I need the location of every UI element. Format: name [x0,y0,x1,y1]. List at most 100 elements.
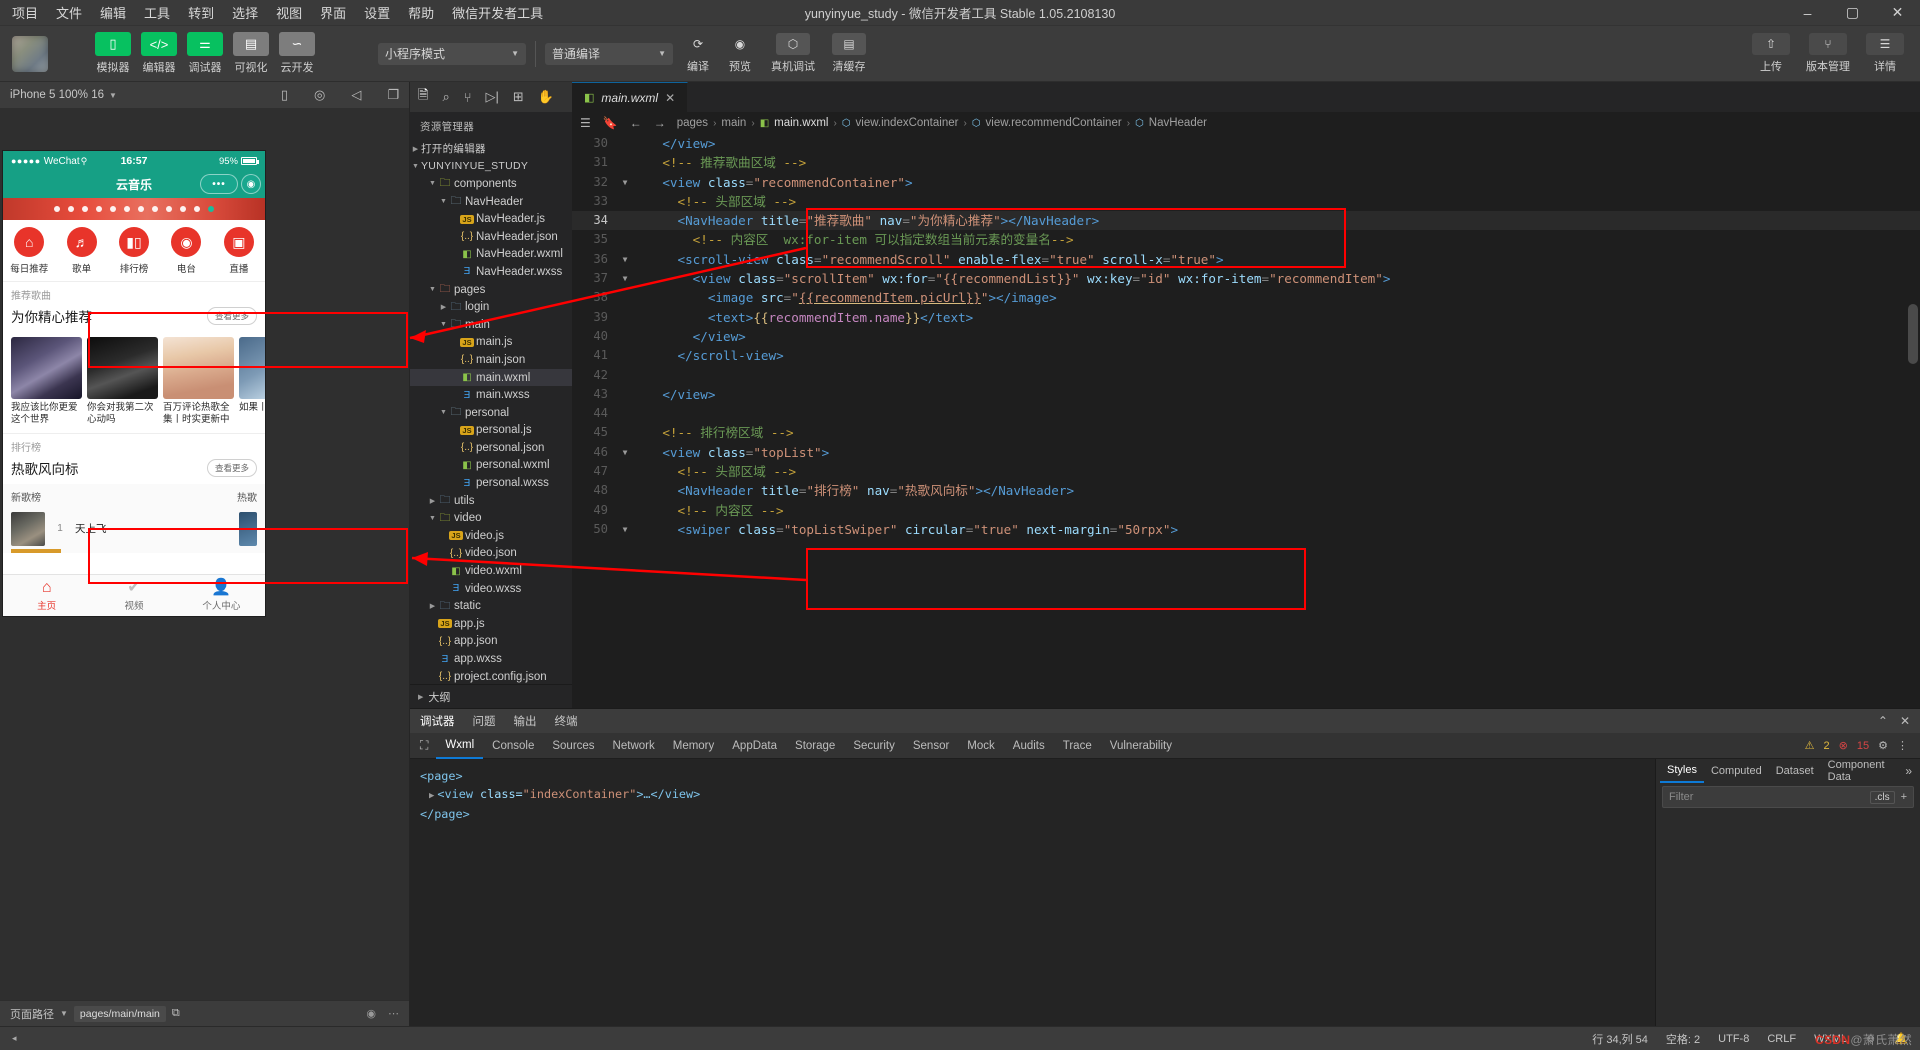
tree-item-video-wxss[interactable]: Ǝvideo.wxss [410,580,572,598]
breadcrumb-file[interactable]: main.wxml [774,117,828,129]
tree-item-main[interactable]: ▼ 🗀 main [410,316,572,334]
breadcrumb-symbol-navheader[interactable]: NavHeader [1149,117,1207,129]
menu-item-tools[interactable]: 工具 [142,1,172,24]
banner-swiper[interactable] [3,198,265,220]
devtools-tab-sources[interactable]: Sources [543,733,603,759]
category-live[interactable]: ▣ 直播 [213,227,265,275]
code-canvas[interactable]: 30 </view> 31 <!-- 推荐歌曲区域 --> 32 ▼ <view cl… [572,134,1920,708]
chevron-right-icon[interactable]: ▶ [427,602,438,610]
styles-tab-component-data[interactable]: Component Data [1821,759,1906,783]
cls-button[interactable]: .cls [1869,790,1895,804]
devtools-tab-memory[interactable]: Memory [664,733,724,759]
code-line[interactable]: 34 <NavHeader title="推荐歌曲" nav="为你精心推荐">… [572,211,1920,231]
chevron-right-icon[interactable]: ▶ [429,791,434,801]
devtools-tabbar[interactable]: ⛶ Wxml Console Sources Network Memory Ap… [410,733,1920,759]
real-device-debug-button[interactable]: ⬡ 真机调试 [769,33,817,74]
code-lines[interactable]: 30 </view> 31 <!-- 推荐歌曲区域 --> 32 ▼ <view cl… [572,134,1920,539]
code-line[interactable]: 38 <image src="{{recommendItem.picUrl}}"… [572,288,1920,307]
code-line[interactable]: 30 </view> [572,134,1920,153]
code-line[interactable]: 39 <text>{{recommendItem.name}}</text> [572,308,1920,327]
file-tree[interactable]: ▶ 打开的编辑器 ▼ YUNYINYUE_STUDY ▼ 🗀 components ▼… [410,140,572,684]
debugger-tab-terminal[interactable]: 终端 [555,713,578,729]
page-path-value[interactable]: pages/main/main [73,1005,166,1022]
devtools-tab-vulnerability[interactable]: Vulnerability [1101,733,1181,759]
extensions-icon[interactable]: ⊞ [513,89,524,105]
window-controls[interactable]: – ▢ ✕ [1785,0,1920,26]
compile-mode-select[interactable]: 普通编译 ▼ [545,42,673,65]
project-root-row[interactable]: ▼ YUNYINYUE_STUDY [410,158,572,176]
tree-item-navheader[interactable]: ▼ 🗀 NavHeader [410,193,572,211]
error-icon[interactable]: ⊗ [1839,739,1848,752]
mode-visualize[interactable]: ▤ 可视化 [232,32,270,75]
menu-item-view[interactable]: 视图 [274,1,304,24]
tree-item-personal-js[interactable]: JS personal.js [410,422,572,440]
upload-button[interactable]: ⇧ 上传 [1750,33,1792,74]
mode-simulator[interactable]: ▯ 模拟器 [94,32,132,75]
open-editors-row[interactable]: ▶ 打开的编辑器 [410,140,572,158]
code-line[interactable]: 41 </scroll-view> [572,346,1920,365]
styles-tab-dataset[interactable]: Dataset [1769,759,1821,783]
tree-item-app-js[interactable]: JS app.js [410,615,572,633]
device-phone-icon[interactable]: ▯ [281,87,288,103]
mode-cloud[interactable]: ∽ 云开发 [278,32,316,75]
chevron-down-icon[interactable]: ▼ [60,1009,68,1018]
encoding[interactable]: UTF-8 [1718,1033,1749,1045]
menu-item-edit[interactable]: 编辑 [98,1,128,24]
styles-tabbar[interactable]: Styles Computed Dataset Component Data » [1656,759,1920,783]
close-button[interactable]: ✕ [1875,0,1920,26]
back-arrow-icon[interactable]: ← [630,116,642,130]
version-button[interactable]: ⑂ 版本管理 [1802,33,1854,74]
devtools-tab-storage[interactable]: Storage [786,733,844,759]
tree-item-personal-wxss[interactable]: Ǝpersonal.wxss [410,474,572,492]
code-line[interactable]: 33 <!-- 头部区域 --> [572,192,1920,211]
fold-chevron-icon[interactable]: ▼ [618,443,632,462]
wxml-dom-tree[interactable]: <page> ▶ <view class="indexContainer">…</… [410,759,1655,1026]
devtools-tab-network[interactable]: Network [604,733,664,759]
tree-item-navheader-json[interactable]: {..} NavHeader.json [410,228,572,246]
code-line[interactable]: 49 <!-- 内容区 --> [572,501,1920,520]
chevron-down-icon[interactable]: ▼ [427,515,438,522]
recommend-item[interactable]: 百万评论热歌全集丨时实更新中 [163,337,234,427]
code-line[interactable]: 35 <!-- 内容区 wx:for-item 可以指定数组当前元素的变量名--… [572,230,1920,249]
devtools-tab-appdata[interactable]: AppData [723,733,786,759]
styles-tab-styles[interactable]: Styles [1660,759,1704,783]
code-line[interactable]: 31 <!-- 推荐歌曲区域 --> [572,153,1920,172]
device-record-icon[interactable]: ◎ [314,87,325,103]
code-line[interactable]: 45 <!-- 排行榜区域 --> [572,423,1920,442]
code-line[interactable]: 44 [572,404,1920,423]
forward-arrow-icon[interactable]: → [654,116,666,130]
code-line[interactable]: 48 <NavHeader title="排行榜" nav="热歌风向标"></… [572,481,1920,500]
tree-item-personal-json[interactable]: {..} personal.json [410,439,572,457]
debugger-tab-debugger[interactable]: 调试器 [420,713,455,729]
bookmark-icon[interactable]: 🔖 [603,116,618,130]
fold-chevron-icon[interactable]: ▼ [618,173,632,192]
code-line[interactable]: 42 [572,366,1920,385]
devtools-tab-audits[interactable]: Audits [1004,733,1054,759]
fold-chevron-icon[interactable]: ▼ [618,250,632,269]
breadcrumb-main[interactable]: main [721,117,746,129]
search-icon[interactable]: ⌕ [442,89,449,105]
editor-tabs[interactable]: ◧ main.wxml ✕ [572,82,1920,112]
menu-item-file[interactable]: 文件 [54,1,84,24]
add-rule-button[interactable]: + [1901,791,1907,803]
capsule-buttons[interactable]: ••• ◉ [200,174,261,194]
close-icon[interactable]: ✕ [1900,714,1910,728]
tree-item-static[interactable]: ▶ 🗀 static [410,597,572,615]
breadcrumb[interactable]: ☰ 🔖 ← → pages › main › ◧ main.wxml › ⬡ v… [572,112,1920,134]
category-chart[interactable]: ▮▯ 排行榜 [108,227,160,275]
tree-item-video-json[interactable]: {..} video.json [410,545,572,563]
tree-item-main-wxml[interactable]: ◧ main.wxml [410,368,572,387]
menu-item-interface[interactable]: 界面 [318,1,348,24]
chevron-down-icon[interactable]: ▼ [438,409,449,416]
breadcrumb-pages[interactable]: pages [677,117,708,129]
devtools-tab-mock[interactable]: Mock [958,733,1003,759]
fold-chevron-icon[interactable]: ▼ [618,269,632,288]
outline-section[interactable]: ▶ 大纲 [410,684,572,708]
chevron-down-icon[interactable]: ▼ [427,286,438,293]
debug-icon[interactable]: ▷| [486,89,499,105]
devtools-tab-wxml[interactable]: Wxml [436,733,484,759]
clear-cache-button[interactable]: ▤ 清缓存 [825,33,873,74]
phone-tab-bar[interactable]: ⌂ 主页 ✔ 视频 👤 个人中心 [3,574,265,616]
warning-icon[interactable]: ⚠ [1805,739,1815,752]
menu-item-goto[interactable]: 转到 [186,1,216,24]
